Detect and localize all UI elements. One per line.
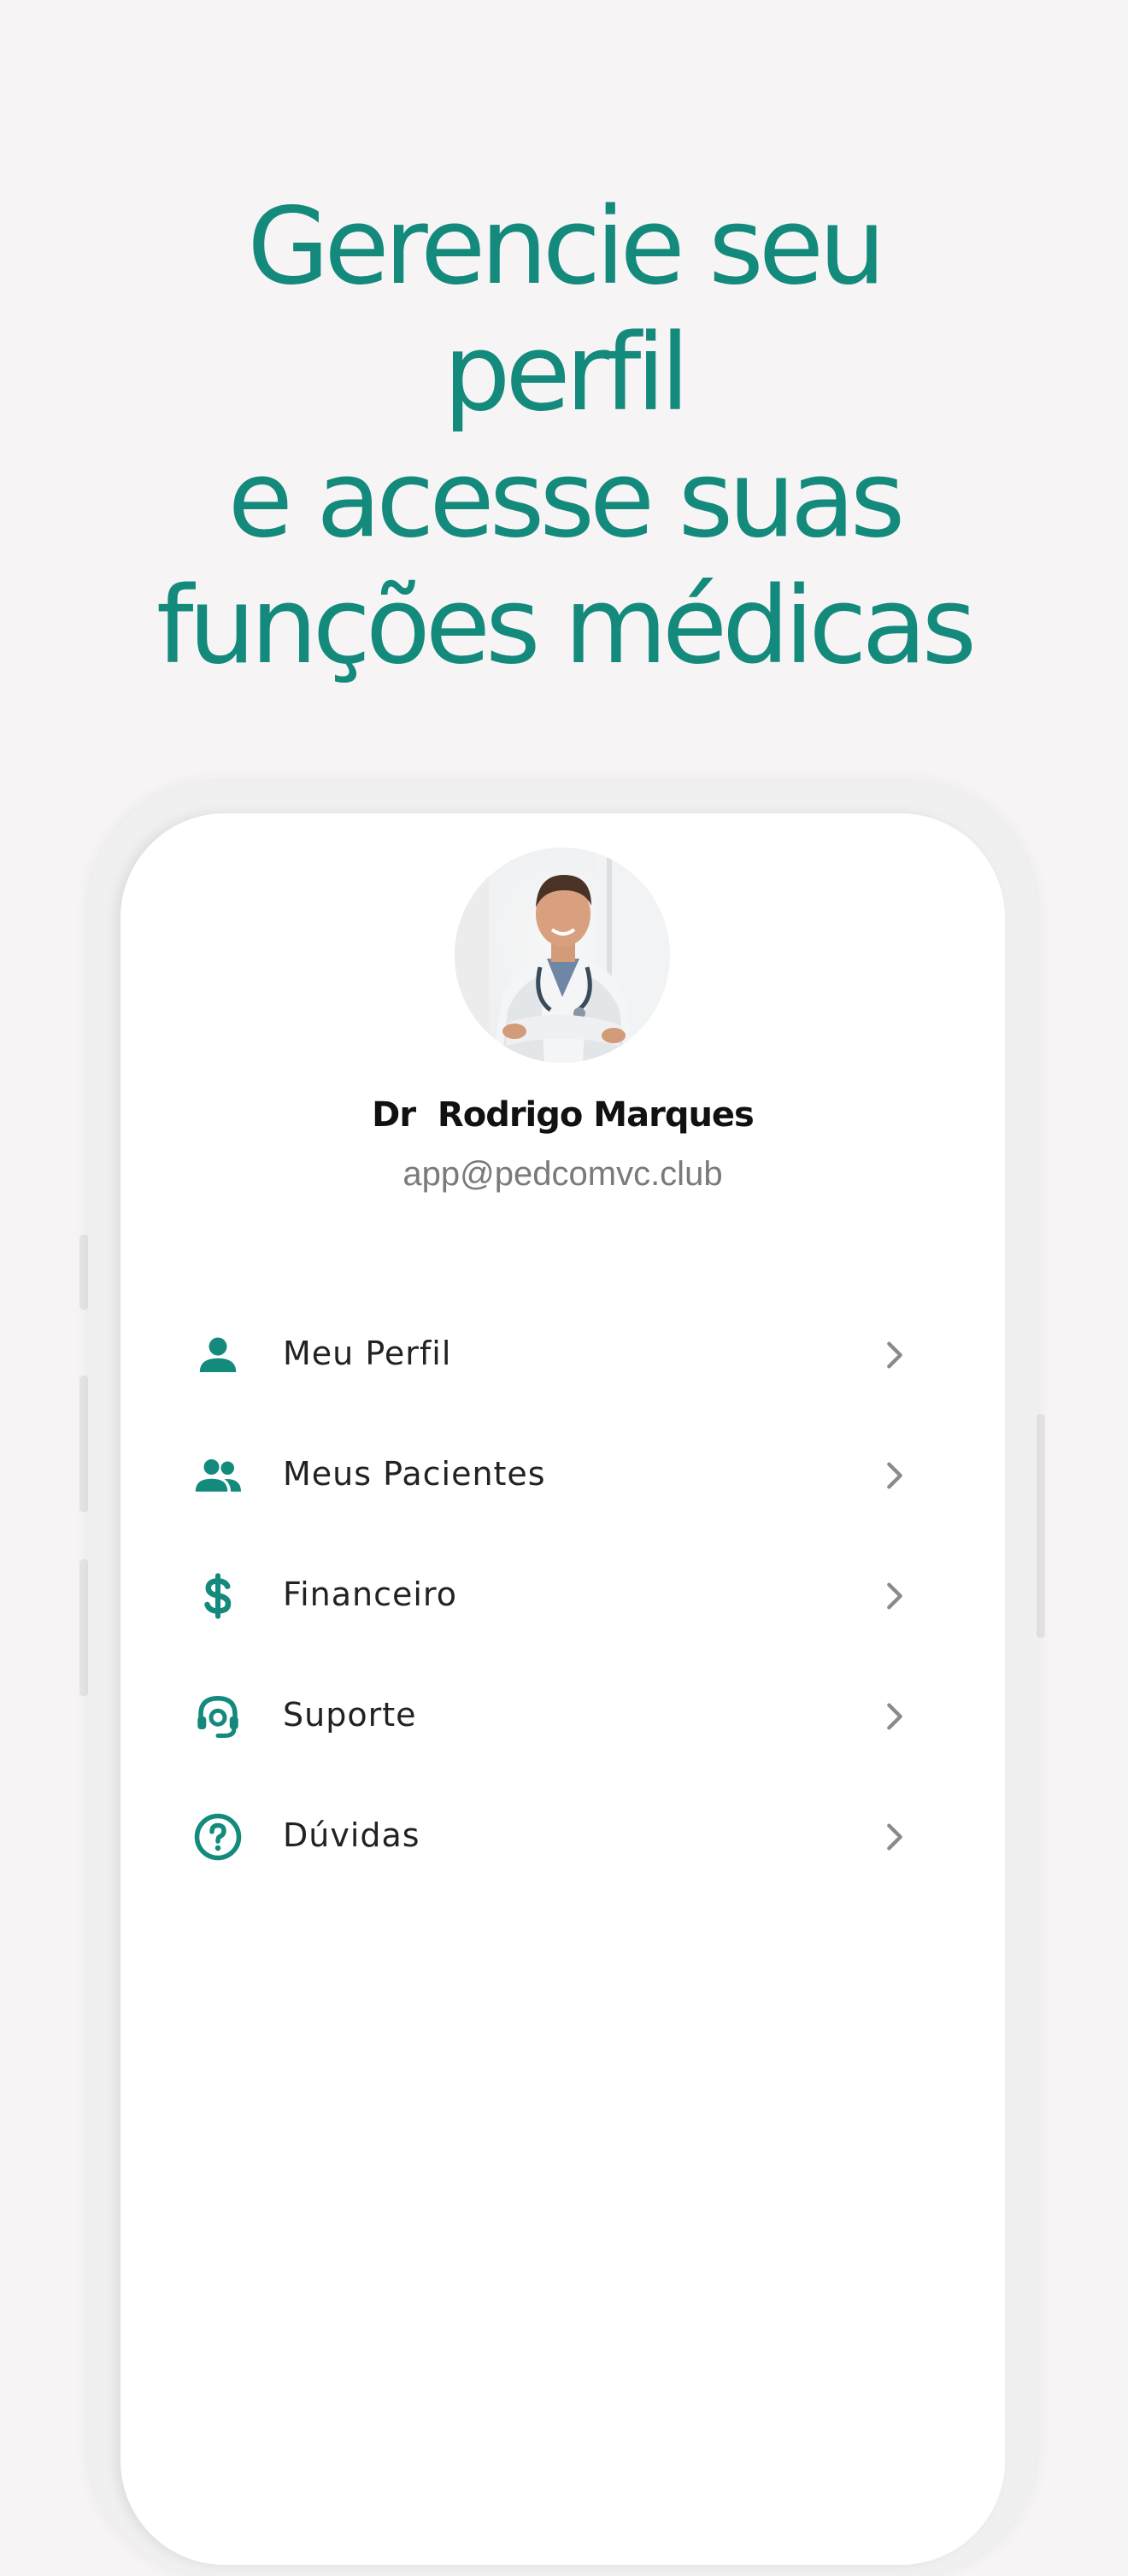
headset-icon xyxy=(197,1695,238,1738)
doctor-photo xyxy=(455,848,670,1063)
menu-item-meus-pacientes[interactable]: Meus Pacientes xyxy=(120,1416,1005,1536)
menu-item-label: Dúvidas xyxy=(283,1816,420,1854)
menu-item-label: Financeiro xyxy=(283,1576,457,1613)
chevron-right-icon xyxy=(887,1341,902,1369)
headline: Gerencie seu perfil e acesse suas funçõe… xyxy=(0,184,1128,689)
chevron-right-icon xyxy=(887,1823,902,1851)
phone-volume-down-button xyxy=(79,1559,88,1696)
chevron-right-icon xyxy=(887,1703,902,1730)
dollar-icon xyxy=(204,1573,232,1619)
avatar[interactable] xyxy=(455,848,670,1063)
headline-line-4: funções médicas xyxy=(156,565,977,688)
menu-list: Meu Perfil Meus Pacientes Financeiro Sup… xyxy=(120,1295,1005,1898)
profile-email: app@pedcomvc.club xyxy=(402,1155,723,1193)
help-circle-icon xyxy=(194,1813,242,1861)
headline-line-1: Gerencie seu xyxy=(247,185,885,308)
menu-item-label: Suporte xyxy=(283,1696,417,1734)
headline-line-3: e acesse suas xyxy=(227,438,906,561)
menu-item-label: Meu Perfil xyxy=(283,1335,452,1372)
phone-mute-switch xyxy=(79,1235,88,1310)
phone-screen: Dr Rodrigo Marques app@pedcomvc.club Meu… xyxy=(120,813,1005,2565)
phone-volume-up-button xyxy=(79,1376,88,1512)
phone-power-button xyxy=(1037,1414,1045,1638)
menu-item-meu-perfil[interactable]: Meu Perfil xyxy=(120,1295,1005,1416)
menu-item-duvidas[interactable]: Dúvidas xyxy=(120,1777,1005,1898)
headline-line-2: perfil xyxy=(443,312,690,435)
profile-name: Dr Rodrigo Marques xyxy=(372,1095,755,1135)
people-icon xyxy=(195,1459,241,1492)
menu-item-suporte[interactable]: Suporte xyxy=(120,1657,1005,1777)
person-icon xyxy=(199,1337,237,1372)
chevron-right-icon xyxy=(887,1462,902,1489)
chevron-right-icon xyxy=(887,1582,902,1610)
menu-item-financeiro[interactable]: Financeiro xyxy=(120,1536,1005,1657)
menu-item-label: Meus Pacientes xyxy=(283,1455,546,1493)
